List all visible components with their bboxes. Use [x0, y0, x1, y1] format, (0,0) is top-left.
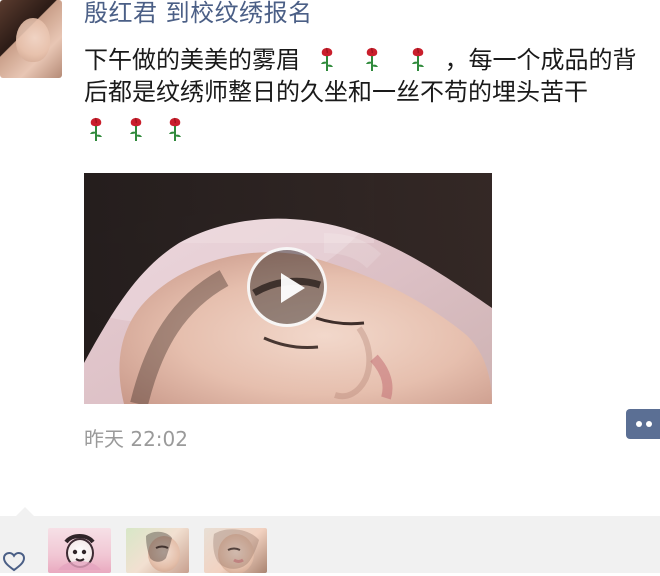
rose-emoji-icon: [84, 115, 108, 143]
more-dot-icon: [636, 421, 642, 427]
poster-username[interactable]: 殷红君 到校纹绣报名: [84, 0, 313, 28]
rose-emoji-icon: [163, 115, 187, 143]
post-text-line-3: [84, 114, 195, 146]
post-timestamp: 昨天 22:02: [84, 427, 188, 451]
post-text-line-1: 下午做的美美的雾眉 ，每一个成品的背: [84, 44, 659, 76]
liker-avatar-3[interactable]: [204, 528, 267, 573]
post-text-part-2: ，每一个成品的背: [444, 46, 637, 74]
rose-emoji-icon: [406, 45, 430, 73]
moment-post: 殷红君 到校纹绣报名 下午做的美美的雾眉 ，每一个成品的背 后都是纹绣师整日的久…: [0, 0, 660, 573]
post-text-part-1: 下午做的美美的雾眉: [84, 46, 300, 74]
play-icon[interactable]: [247, 247, 327, 327]
post-text: 下午做的美美的雾眉 ，每一个成品的背 后都是纹绣师整日的久坐和一丝不苟的埋头苦干: [84, 44, 659, 146]
liker-avatar-2[interactable]: [126, 528, 189, 573]
liker-avatar-1[interactable]: [48, 528, 111, 573]
more-dot-icon: [646, 421, 652, 427]
rose-emoji-icon: [124, 115, 148, 143]
post-text-line-2: 后都是纹绣师整日的久坐和一丝不苟的埋头苦干: [84, 78, 588, 106]
more-actions-button[interactable]: [626, 409, 660, 439]
rose-emoji-icon: [360, 45, 384, 73]
heart-icon: [2, 551, 26, 572]
poster-avatar[interactable]: [0, 0, 62, 78]
rose-emoji-icon: [315, 45, 339, 73]
